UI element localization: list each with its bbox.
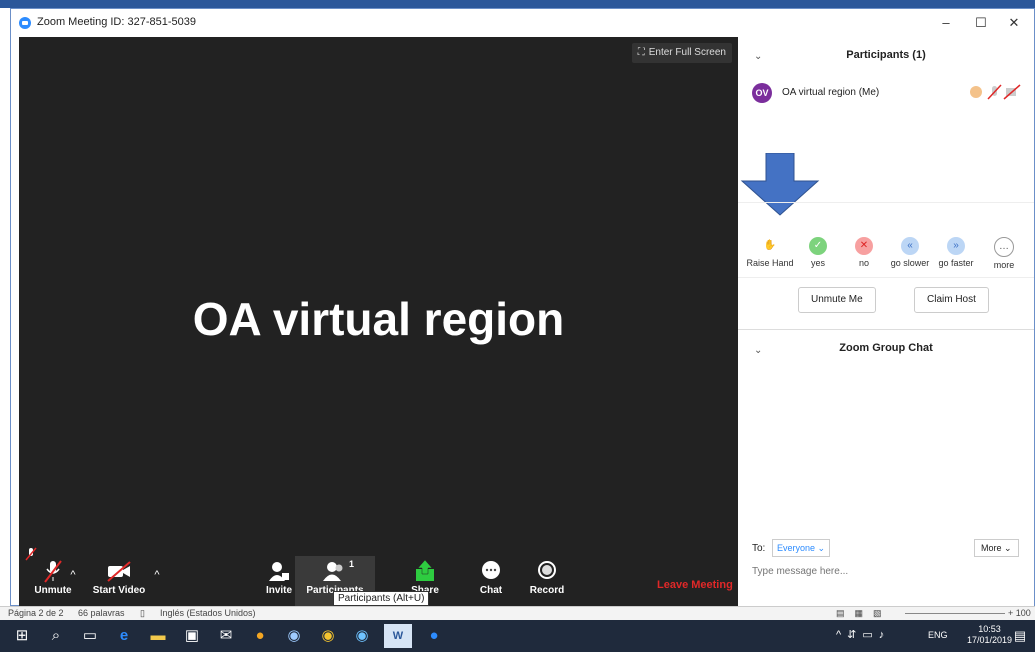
chat-to-label: To:: [752, 543, 766, 554]
chrome-icon[interactable]: ●: [246, 624, 274, 648]
reaction-label: no: [858, 258, 869, 268]
close-button[interactable]: ✕: [999, 13, 1029, 33]
task-view-icon[interactable]: ▭: [76, 624, 104, 648]
background-window-edge: [0, 8, 10, 608]
chat-header: Zoom Group Chat: [839, 342, 933, 354]
app-icon[interactable]: ◉: [314, 624, 342, 648]
unmute-label: Unmute: [34, 585, 72, 596]
go-faster-button[interactable]: » go faster: [930, 237, 982, 268]
reaction-label: yes: [810, 258, 825, 268]
invite-button[interactable]: Invite: [249, 559, 309, 596]
view-mode-icons[interactable]: ▤▦▧: [836, 608, 892, 619]
participants-tooltip: Participants (Alt+U): [333, 591, 430, 606]
page-count: Página 2 de 2: [8, 608, 64, 618]
search-icon[interactable]: ⌕: [42, 624, 70, 648]
background-window-strip: [0, 0, 1035, 8]
chat-more-button[interactable]: More ⌄: [974, 539, 1019, 557]
caret-up-icon: ^: [154, 569, 160, 581]
chat-button[interactable]: Chat: [461, 559, 521, 596]
start-video-button[interactable]: Start Video: [89, 559, 149, 596]
share-screen-icon: [395, 559, 455, 585]
record-label: Record: [529, 585, 565, 596]
app-icon[interactable]: ◉: [280, 624, 308, 648]
participant-status-icons: [968, 83, 1024, 104]
claim-host-button[interactable]: Claim Host: [914, 287, 989, 313]
go-slower-button[interactable]: « go slower: [884, 237, 936, 268]
speaker-name: OA virtual region: [192, 293, 565, 345]
start-video-label: Start Video: [92, 585, 146, 596]
raise-hand-button[interactable]: ✋ Raise Hand: [744, 237, 796, 268]
blue-down-arrow-annotation: [738, 152, 828, 226]
mail-icon[interactable]: ✉: [212, 624, 240, 648]
maximize-button[interactable]: ☐: [966, 13, 996, 33]
divider: [738, 277, 1034, 278]
system-tray-icons[interactable]: ^⇵▭♪: [836, 628, 890, 641]
unmute-me-button[interactable]: Unmute Me: [798, 287, 876, 313]
zoom-slider[interactable]: [905, 613, 1005, 614]
notifications-icon[interactable]: ▤: [1006, 624, 1034, 648]
language-status[interactable]: Inglés (Estados Unidos): [160, 608, 256, 618]
reaction-label: Raise Hand: [746, 258, 794, 268]
reaction-label: go faster: [938, 258, 974, 268]
windows-start-icon[interactable]: ⊞: [8, 624, 36, 648]
zoom-app-icon[interactable]: ●: [420, 624, 448, 648]
leave-meeting-button[interactable]: Leave Meeting: [657, 579, 733, 591]
store-icon[interactable]: ▣: [178, 624, 206, 648]
fast-forward-icon: »: [947, 237, 965, 255]
raise-hand-icon: ✋: [763, 240, 777, 251]
participants-count: 1: [349, 559, 355, 569]
yes-button[interactable]: ✓ yes: [792, 237, 844, 268]
fullscreen-icon: ⛶: [637, 47, 645, 58]
zoom-logo-icon: [19, 17, 31, 29]
no-button[interactable]: ✕ no: [838, 237, 890, 268]
participants-panel: ⌄ Participants (1) OV OA virtual region …: [738, 37, 1034, 607]
file-explorer-icon[interactable]: ▬: [144, 624, 172, 648]
chat-icon: [461, 559, 521, 585]
record-icon: [517, 559, 577, 585]
zoom-window: Zoom Meeting ID: 327-851-5039 – ☐ ✕ ⛶ Ent…: [10, 8, 1035, 607]
enter-full-screen-button[interactable]: ⛶ Enter Full Screen: [631, 43, 732, 63]
participants-header: Participants (1): [846, 49, 926, 61]
caret-up-icon: ^: [70, 569, 76, 581]
x-icon: ✕: [855, 237, 873, 255]
more-dots-icon: …: [994, 237, 1014, 257]
chat-label: Chat: [479, 585, 503, 596]
language-indicator[interactable]: ENG: [928, 630, 948, 640]
zoom-level[interactable]: + 100: [1008, 608, 1031, 618]
avatar: OV: [752, 83, 772, 103]
record-button[interactable]: Record: [517, 559, 577, 596]
word-count: 66 palavras: [78, 608, 125, 618]
chat-more-label: More: [981, 543, 1002, 553]
edge-browser-icon[interactable]: e: [110, 624, 138, 648]
video-options-caret[interactable]: ^: [147, 569, 167, 581]
check-icon: ✓: [809, 237, 827, 255]
reaction-label: more: [993, 260, 1015, 270]
app-icon[interactable]: ◉: [348, 624, 376, 648]
chat-recipient-value: Everyone: [777, 543, 816, 553]
chat-recipient-select[interactable]: Everyone ⌄: [772, 539, 831, 557]
camera-off-icon: [89, 559, 149, 585]
word-status-bar: Página 2 de 2 66 palavras ▯ Inglés (Esta…: [0, 606, 1035, 621]
taskbar: ⊞ ⌕ ▭ e ▬ ▣ ✉ ● ◉ ◉ ◉ W ● ^⇵▭♪ ENG 10:53…: [0, 620, 1035, 652]
proofing-icon[interactable]: ▯: [140, 608, 145, 619]
fullscreen-label: Enter Full Screen: [648, 47, 726, 58]
audio-options-caret[interactable]: ^: [63, 569, 83, 581]
window-title: Zoom Meeting ID: 327-851-5039: [37, 16, 196, 28]
participants-icon: [305, 559, 365, 585]
title-bar: Zoom Meeting ID: 327-851-5039 – ☐ ✕: [11, 9, 1034, 37]
hand-icon: [970, 86, 982, 98]
minimize-button[interactable]: –: [931, 13, 961, 33]
divider: [738, 329, 1034, 330]
participant-name: OA virtual region (Me): [782, 87, 880, 98]
divider: [738, 202, 1034, 203]
word-icon[interactable]: W: [384, 624, 412, 648]
chat-message-input[interactable]: [750, 565, 1024, 578]
more-reactions-button[interactable]: … more: [978, 237, 1030, 270]
invite-label: Invite: [265, 585, 293, 596]
rewind-icon: «: [901, 237, 919, 255]
reaction-label: go slower: [890, 258, 930, 268]
video-area: ⛶ Enter Full Screen OA virtual region Unm…: [19, 37, 738, 607]
invite-icon: [249, 559, 309, 585]
